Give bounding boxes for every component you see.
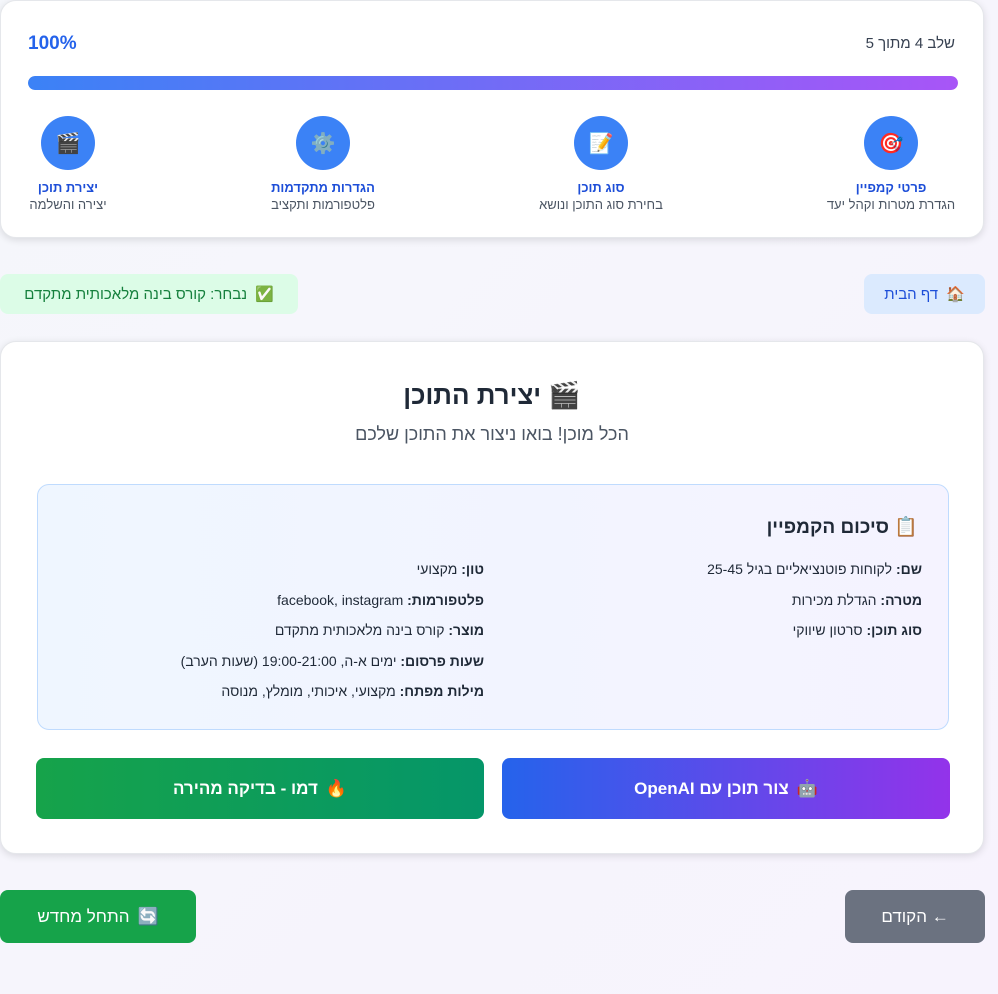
house-icon: 🏠 — [946, 286, 965, 303]
key: פלטפורמות: — [407, 591, 484, 608]
title-text: יצירת התוכן — [403, 380, 542, 410]
key: מטרה: — [880, 591, 922, 608]
step-content-type[interactable]: 📝 סוג תוכן בחירת סוג התוכן ונושא — [471, 116, 731, 212]
page-subtitle: הכל מוכן! בואו ניצור את התוכן שלכם — [355, 424, 629, 444]
clapper-icon: 🎬 — [548, 380, 581, 410]
check-icon: ✅ — [255, 286, 274, 303]
summary-row: מילות מפתח: מקצועי, איכותי, מומלץ, מנוסה — [181, 683, 484, 714]
value: מקצועי — [416, 561, 458, 577]
summary-left-column: טון: מקצועי פלטפורמות: facebook, instagr… — [181, 561, 484, 714]
clipboard-icon: 📋 — [894, 517, 918, 538]
summary-row: פלטפורמות: facebook, instagram — [181, 592, 484, 623]
memo-icon: 📝 — [574, 116, 628, 170]
restart-button[interactable]: 🔄 התחל מחדש — [0, 890, 196, 943]
gear-icon: ⚙️ — [296, 116, 350, 170]
home-button[interactable]: 🏠 דף הבית — [864, 274, 985, 314]
step-campaign-details[interactable]: 🎯 פרטי קמפיין הגדרת מטרות וקהל יעד — [761, 116, 998, 212]
target-icon: 🎯 — [864, 116, 918, 170]
value: מקצועי, איכותי, מומלץ, מנוסה — [221, 683, 396, 699]
clapper-icon: 🎬 — [41, 116, 95, 170]
key: מילות מפתח: — [399, 683, 484, 699]
progress-fill — [28, 76, 958, 90]
fire-icon: 🔥 — [325, 778, 348, 798]
previous-button[interactable]: ← הקודם — [845, 890, 985, 943]
home-label: דף הבית — [884, 285, 939, 303]
step-title: הגדרות מתקדמות — [271, 180, 375, 195]
campaign-summary: 📋 סיכום הקמפיין שם: לקוחות פוטנציאליים ב… — [37, 484, 949, 730]
value: הגדלת מכירות — [791, 591, 877, 608]
progress-card: 100% שלב 4 מתוך 5 🎯 פרטי קמפיין הגדרת מטרו… — [0, 0, 984, 238]
value: סרטון שיווקי — [792, 622, 863, 638]
summary-right-column: שם: לקוחות פוטנציאליים בגיל 25-45 מטרה: … — [707, 561, 922, 653]
summary-row: מוצר: קורס בינה מלאכותית מתקדם — [181, 622, 484, 653]
step-content-creation[interactable]: 🎬 יצירת תוכן יצירה והשלמה — [0, 116, 198, 212]
step-title: יצירת תוכן — [37, 180, 99, 195]
summary-row: שעות פרסום: ימים א-ה, 19:00-21:00 (שעות … — [181, 653, 484, 684]
summary-row: סוג תוכן: סרטון שיווקי — [707, 622, 922, 653]
generate-openai-button[interactable]: 🤖 צור תוכן עם OpenAI — [502, 758, 950, 819]
key: מוצר: — [448, 622, 484, 638]
key: שעות פרסום: — [400, 652, 484, 669]
selected-label: נבחר: קורס בינה מלאכותית מתקדם — [24, 285, 248, 303]
step-desc: הגדרת מטרות וקהל יעד — [826, 197, 956, 212]
content-creation-card: 🎬 יצירת התוכן הכל מוכן! בואו ניצור את הת… — [0, 341, 984, 854]
key: שם: — [895, 561, 922, 577]
progress-bar — [28, 76, 958, 90]
demo-button[interactable]: 🔥 דמו - בדיקה מהירה — [36, 758, 484, 819]
step-advanced-settings[interactable]: ⚙️ הגדרות מתקדמות פלטפורמות ותקציב — [193, 116, 453, 212]
value: facebook, instagram — [277, 591, 404, 608]
refresh-icon: 🔄 — [137, 906, 159, 926]
value: לקוחות פוטנציאליים בגיל 25-45 — [707, 561, 893, 577]
summary-row: מטרה: הגדלת מכירות — [707, 592, 922, 623]
summary-title-text: סיכום הקמפיין — [766, 517, 890, 538]
step-desc: בחירת סוג התוכן ונושא — [539, 197, 663, 212]
key: טון: — [461, 561, 484, 577]
step-title: פרטי קמפיין — [855, 180, 927, 195]
step-counter: שלב 4 מתוך 5 — [865, 35, 955, 52]
button-label: דמו - בדיקה מהירה — [172, 778, 318, 798]
step-title: סוג תוכן — [577, 180, 625, 195]
step-desc: פלטפורמות ותקציב — [271, 197, 375, 212]
page-title: 🎬 יצירת התוכן — [1, 380, 983, 411]
step-desc: יצירה והשלמה — [29, 197, 107, 212]
summary-row: שם: לקוחות פוטנציאליים בגיל 25-45 — [707, 561, 922, 592]
summary-row: טון: מקצועי — [181, 561, 484, 592]
progress-percent: 100% — [28, 33, 77, 54]
summary-title: 📋 סיכום הקמפיין — [767, 515, 918, 539]
key: סוג תוכן: — [866, 622, 922, 638]
value: ימים א-ה, 19:00-21:00 (שעות הערב) — [180, 652, 397, 669]
value: קורס בינה מלאכותית מתקדם — [274, 622, 445, 638]
selected-product-chip: ✅ נבחר: קורס בינה מלאכותית מתקדם — [0, 274, 298, 314]
robot-icon: 🤖 — [796, 778, 818, 798]
button-label: התחל מחדש — [37, 906, 130, 926]
button-label: צור תוכן עם OpenAI — [634, 778, 789, 798]
